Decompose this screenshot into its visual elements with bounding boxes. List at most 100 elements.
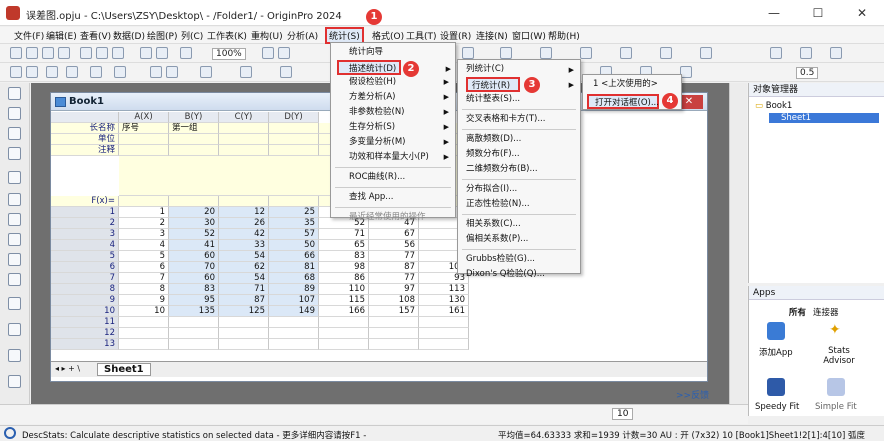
data-reader-icon[interactable] bbox=[8, 171, 21, 184]
data-cell[interactable] bbox=[119, 339, 169, 350]
data-cell[interactable]: 113 bbox=[419, 284, 469, 295]
data-cell[interactable]: 89 bbox=[269, 284, 319, 295]
meta-cell[interactable] bbox=[169, 134, 219, 145]
row-header[interactable]: 10 bbox=[51, 306, 119, 317]
data-cell[interactable]: 66 bbox=[269, 251, 319, 262]
data-cell[interactable]: 10 bbox=[119, 306, 169, 317]
bold-icon[interactable] bbox=[830, 47, 842, 59]
pointer-tool-icon[interactable] bbox=[8, 87, 21, 100]
node-icon[interactable] bbox=[66, 66, 78, 78]
meta-cell[interactable] bbox=[219, 134, 269, 145]
line-tool-icon[interactable] bbox=[8, 233, 21, 246]
desc-menu-item[interactable]: 二维频数分布(B)... bbox=[458, 162, 580, 177]
text-tool-icon[interactable] bbox=[8, 193, 21, 206]
data-cell[interactable] bbox=[319, 317, 369, 328]
meta-cell[interactable] bbox=[169, 145, 219, 156]
desc-menu-item[interactable]: 分布拟合(I)... bbox=[458, 182, 580, 197]
refresh-icon[interactable] bbox=[180, 47, 192, 59]
data-cell[interactable]: 2 bbox=[119, 218, 169, 229]
formula-cell[interactable] bbox=[169, 196, 219, 207]
formula-cell[interactable] bbox=[119, 196, 169, 207]
meta-cell[interactable] bbox=[269, 134, 319, 145]
row-header[interactable]: 4 bbox=[51, 240, 119, 251]
connect-icon[interactable] bbox=[46, 66, 58, 78]
column-header[interactable]: D(Y) bbox=[269, 112, 319, 123]
tree-book1[interactable]: ▭ Book1 bbox=[755, 101, 792, 111]
row-header[interactable]: 5 bbox=[51, 251, 119, 262]
data-cell[interactable]: 70 bbox=[169, 262, 219, 273]
data-cell[interactable]: 54 bbox=[219, 273, 269, 284]
data-cell[interactable]: 166 bbox=[319, 306, 369, 317]
stats-menu-item[interactable]: 方差分析(A) ▶ bbox=[331, 90, 455, 105]
data-cell[interactable]: 71 bbox=[319, 229, 369, 240]
apps-tab-all[interactable]: 所有 bbox=[789, 306, 806, 318]
new-workbook-icon[interactable] bbox=[26, 47, 38, 59]
bottom-size-combo[interactable]: 10 bbox=[612, 408, 634, 420]
formula-cell[interactable] bbox=[219, 196, 269, 207]
menu-format[interactable]: 格式(O) bbox=[372, 29, 404, 42]
layout-icon[interactable] bbox=[240, 66, 252, 78]
stats-menu-item[interactable]: ROC曲线(R)... bbox=[331, 170, 455, 185]
mask-tool-icon[interactable] bbox=[8, 297, 21, 310]
data-cell[interactable] bbox=[319, 328, 369, 339]
data-cell[interactable] bbox=[119, 317, 169, 328]
app-add[interactable]: 添加App bbox=[759, 346, 793, 358]
data-cell[interactable]: 67 bbox=[369, 229, 419, 240]
data-cell[interactable]: 1 bbox=[119, 207, 169, 218]
desc-menu-item[interactable]: Dixon's Q检验(Q)... bbox=[458, 267, 580, 282]
open-icon[interactable] bbox=[96, 47, 108, 59]
data-cell[interactable]: 12 bbox=[219, 207, 269, 218]
column-header[interactable]: B(Y) bbox=[169, 112, 219, 123]
data-cell[interactable]: 57 bbox=[269, 229, 319, 240]
meta-row-label[interactable]: 单位 bbox=[51, 134, 119, 145]
desc-menu-item[interactable]: 离散频数(D)... bbox=[458, 132, 580, 147]
annotate-tool-icon[interactable] bbox=[8, 349, 21, 362]
move-tool-icon[interactable] bbox=[8, 147, 21, 160]
data-cell[interactable]: 107 bbox=[269, 295, 319, 306]
formula-row-label[interactable]: F(x)= bbox=[51, 196, 119, 207]
apps-tab-connectors[interactable]: 连接器 bbox=[813, 306, 839, 318]
desc-menu-item[interactable]: 行统计(R) bbox=[466, 77, 520, 92]
column-header[interactable]: A(X) bbox=[119, 112, 169, 123]
desc-menu-item[interactable]: 相关系数(C)... bbox=[458, 217, 580, 232]
data-cell[interactable]: 110 bbox=[319, 284, 369, 295]
data-cell[interactable] bbox=[269, 328, 319, 339]
sort-icon[interactable] bbox=[500, 47, 512, 59]
stats-icon[interactable] bbox=[540, 47, 552, 59]
rect-tool-icon[interactable] bbox=[8, 253, 21, 266]
add-column-icon[interactable] bbox=[462, 47, 474, 59]
data-cell[interactable]: 62 bbox=[219, 262, 269, 273]
data-cell[interactable]: 77 bbox=[369, 273, 419, 284]
menu-help[interactable]: 帮助(H) bbox=[548, 29, 580, 42]
new-matrix-icon[interactable] bbox=[58, 47, 70, 59]
data-cell[interactable] bbox=[119, 328, 169, 339]
data-cell[interactable]: 97 bbox=[369, 284, 419, 295]
formula-cell[interactable] bbox=[269, 196, 319, 207]
data-cell[interactable] bbox=[319, 339, 369, 350]
app-stats-advisor[interactable]: Stats Advisor bbox=[819, 346, 859, 366]
sheet-nav-icon[interactable]: ◂ ▸ + \ bbox=[55, 364, 80, 373]
save-template-icon[interactable] bbox=[156, 47, 168, 59]
data-cell[interactable]: 161 bbox=[419, 306, 469, 317]
filter-icon[interactable] bbox=[620, 47, 632, 59]
new-graph-icon[interactable] bbox=[42, 47, 54, 59]
menu-reshape[interactable]: 重构(U) bbox=[251, 29, 283, 42]
row-stats-last-used[interactable]: 1 <上次使用的> bbox=[583, 77, 681, 92]
maximize-button[interactable]: ☐ bbox=[796, 0, 840, 26]
row-header[interactable]: 7 bbox=[51, 273, 119, 284]
data-cell[interactable] bbox=[419, 317, 469, 328]
data-cell[interactable] bbox=[169, 339, 219, 350]
row-header[interactable]: 8 bbox=[51, 284, 119, 295]
data-cell[interactable]: 33 bbox=[219, 240, 269, 251]
data-cell[interactable]: 87 bbox=[219, 295, 269, 306]
desc-menu-item[interactable]: 统计整表(S)... bbox=[458, 92, 580, 107]
fit-icon[interactable] bbox=[580, 47, 592, 59]
data-cell[interactable]: 54 bbox=[219, 251, 269, 262]
data-cell[interactable]: 42 bbox=[219, 229, 269, 240]
merge-icon[interactable] bbox=[280, 66, 292, 78]
data-cell[interactable]: 25 bbox=[269, 207, 319, 218]
data-cell[interactable] bbox=[219, 328, 269, 339]
tree-sheet1[interactable]: Sheet1 bbox=[769, 113, 879, 123]
zoom-tool-icon[interactable] bbox=[8, 107, 21, 120]
desc-menu-item[interactable]: 交叉表格和卡方(T)... bbox=[458, 112, 580, 127]
